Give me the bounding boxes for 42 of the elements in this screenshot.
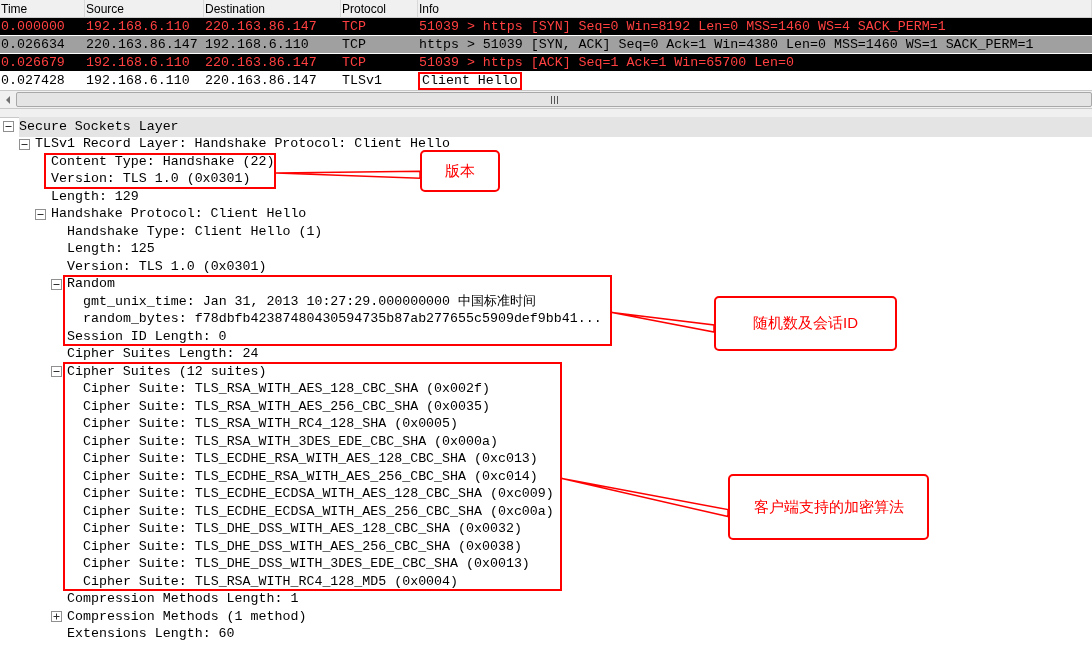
collapse-icon[interactable] <box>19 138 30 150</box>
packet-row[interactable]: 0.026679 192.168.6.110 220.163.86.147 TCP 51039 > https [ACK] Seq=1 Ack=1 Win=65700 Len=0 <box>0 54 1092 72</box>
packet-cell-text: 0.026679 <box>0 53 66 72</box>
horizontal-scrollbar[interactable] <box>0 90 1092 108</box>
column-header[interactable]: Info <box>418 0 1092 17</box>
packet-cell-text: TCP <box>341 53 367 72</box>
column-header[interactable]: Time <box>0 0 85 17</box>
packet-cell: Client Hello <box>418 71 522 90</box>
collapse-icon[interactable] <box>51 278 62 290</box>
column-header[interactable]: Protocol <box>341 0 418 17</box>
grip-icon <box>550 95 558 104</box>
packet-cell-text: 192.168.6.110 <box>85 53 191 72</box>
packet-cell-text: TCP <box>341 35 367 54</box>
tree-item[interactable]: Extensions Length: 60 <box>67 624 237 645</box>
collapse-icon[interactable] <box>3 121 14 133</box>
packet-cell-text: 51039 > https [ACK] Seq=1 Ack=1 Win=65700 Len=0 <box>418 53 796 72</box>
packet-cell-text: 0.026634 <box>0 35 66 54</box>
tree-item[interactable]: Secure Sockets Layer <box>19 116 1092 137</box>
column-header[interactable]: Source <box>85 0 204 17</box>
scrollbar-thumb[interactable] <box>16 92 1092 107</box>
packet-cell-text: 220.163.86.147 <box>204 17 318 36</box>
packet-cell-text: 192.168.6.110 <box>85 71 191 90</box>
packet-cell-text: 0.027428 <box>0 71 66 90</box>
packet-cell-text: TCP <box>341 17 367 36</box>
packet-cell-text: 220.163.86.147 <box>204 53 318 72</box>
callout: 版本 <box>420 150 500 192</box>
callout: 客户端支持的加密算法 <box>728 474 929 540</box>
packet-cell-text: TLSv1 <box>341 71 383 90</box>
packet-cell-text: 192.168.6.110 <box>85 17 191 36</box>
packet-row[interactable]: 0.000000 192.168.6.110 220.163.86.147 TCP 51039 > https [SYN] Seq=0 Win=8192 Len=0 MSS=1460 WS=4 SACK_PERM=1 <box>0 18 1092 36</box>
packet-cell-text: 192.168.6.110 <box>204 35 310 54</box>
packet-cell-text: 220.163.86.147 <box>204 71 318 90</box>
packet-cell-text: 220.163.86.147 <box>85 35 199 54</box>
column-header[interactable]: Destination <box>204 0 341 17</box>
expand-icon[interactable] <box>51 611 62 623</box>
packet-cell-text: 51039 > https [SYN] Seq=0 Win=8192 Len=0 MSS=1460 WS=4 SACK_PERM=1 <box>418 17 947 36</box>
packet-cell-text: https > 51039 [SYN, ACK] Seq=0 Ack=1 Win=4380 Len=0 MSS=1460 WS=1 SACK_PERM=1 <box>418 35 1035 54</box>
collapse-icon[interactable] <box>35 208 46 220</box>
packet-row[interactable]: 0.026634 220.163.86.147 192.168.6.110 TCP https > 51039 [SYN, ACK] Seq=0 Ack=1 Win=4380 Len=0 MSS=1460 WS=1 SACK_PERM=1 <box>0 36 1092 54</box>
collapse-icon[interactable] <box>51 366 62 378</box>
packet-cell-text: 0.000000 <box>0 17 66 36</box>
callout: 随机数及会话ID <box>714 296 897 351</box>
